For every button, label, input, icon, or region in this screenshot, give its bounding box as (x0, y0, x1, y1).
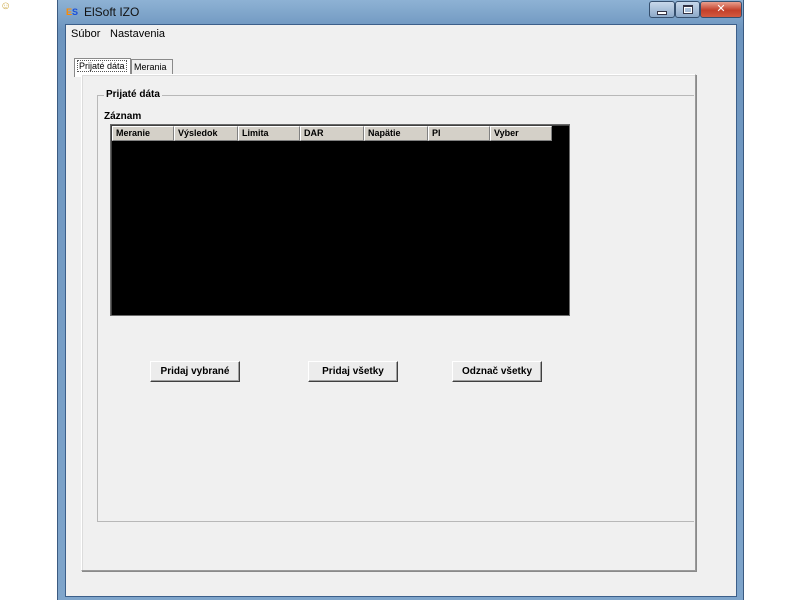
add-all-button[interactable]: Pridaj všetky (308, 361, 398, 382)
tab-label: Merania (134, 62, 167, 72)
window-title: ElSoft IZO (84, 5, 140, 19)
app-logo-icon: ES (66, 7, 79, 17)
menu-bar: Súbor Nastavenia (66, 25, 736, 43)
title-bar[interactable]: ES ElSoft IZO ✕ (58, 0, 743, 24)
minimize-button[interactable] (649, 1, 675, 18)
column-header-dar[interactable]: DAR (300, 126, 364, 141)
menu-item-subor[interactable]: Súbor (71, 28, 100, 40)
close-icon: ✕ (716, 3, 726, 15)
client-area: Súbor Nastavenia Prijaté dáta Merania Pr… (65, 24, 737, 597)
menu-item-nastavenia[interactable]: Nastavenia (110, 28, 165, 40)
maximize-icon (682, 5, 693, 14)
tab-label: Prijaté dáta (77, 60, 127, 72)
list-header: Meranie Výsledok Limita DAR Napätie PI V… (112, 126, 552, 141)
deselect-all-button[interactable]: Odznač všetky (452, 361, 542, 382)
column-header-pi[interactable]: PI (428, 126, 490, 141)
app-window: ES ElSoft IZO ✕ Súbor Nastavenia Prijaté… (57, 0, 744, 600)
group-title: Prijaté dáta (104, 89, 162, 100)
column-header-limita[interactable]: Limita (238, 126, 300, 141)
column-header-vyber[interactable]: Vyber (490, 126, 552, 141)
record-label: Záznam (104, 111, 142, 122)
records-list[interactable]: Meranie Výsledok Limita DAR Napätie PI V… (110, 124, 570, 316)
minimize-icon (657, 11, 667, 15)
column-header-napatie[interactable]: Napätie (364, 126, 428, 141)
add-selected-button[interactable]: Pridaj vybrané (150, 361, 240, 382)
column-header-vysledok[interactable]: Výsledok (174, 126, 238, 141)
column-header-meranie[interactable]: Meranie (112, 126, 174, 141)
close-button[interactable]: ✕ (700, 1, 742, 18)
desktop-smiley-icon[interactable]: ☺ (0, 0, 12, 12)
maximize-button[interactable] (675, 1, 700, 18)
